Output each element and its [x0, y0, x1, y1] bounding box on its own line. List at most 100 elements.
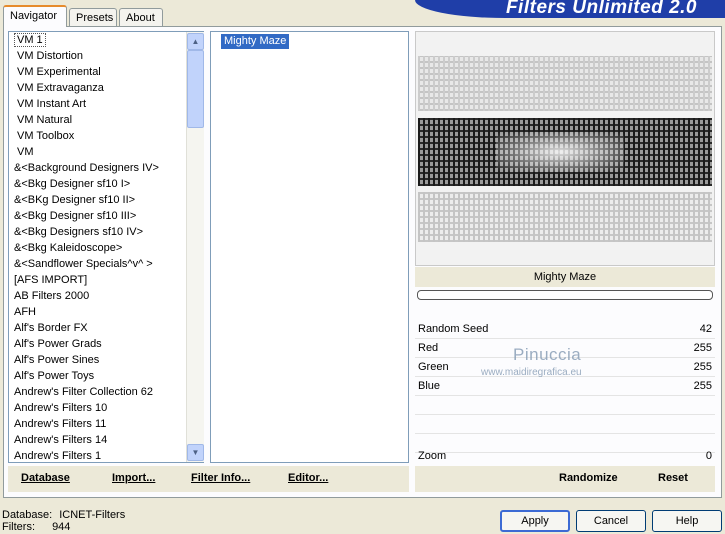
category-item[interactable]: VM Distortion	[9, 48, 203, 64]
category-item[interactable]: &<Bkg Designer sf10 I>	[9, 176, 203, 192]
database-button[interactable]: Database	[21, 472, 70, 484]
scroll-down-icon[interactable]: ▼	[187, 444, 204, 461]
preview-image	[415, 31, 715, 266]
parameter-label: Red	[418, 342, 439, 354]
category-label: &<Bkg Kaleidoscope>	[14, 242, 123, 254]
category-label: VM Toolbox	[17, 130, 75, 142]
category-item[interactable]: Andrew's Filters 1	[9, 448, 203, 462]
category-label: &<Sandflower Specials^v^ >	[14, 258, 153, 270]
category-label: VM 1	[14, 33, 46, 47]
category-item[interactable]: &<Sandflower Specials^v^ >	[9, 256, 203, 272]
maze-pattern-light-top	[418, 56, 712, 111]
watermark-url: www.maidiregrafica.eu	[481, 367, 582, 378]
category-item[interactable]: VM Experimental	[9, 64, 203, 80]
category-item[interactable]: VM Natural	[9, 112, 203, 128]
cancel-button[interactable]: Cancel	[576, 510, 646, 532]
zoom-label: Zoom	[418, 450, 447, 462]
category-item[interactable]: VM Instant Art	[9, 96, 203, 112]
category-item[interactable]: &<Bkg Designers sf10 IV>	[9, 224, 203, 240]
category-item[interactable]: Andrew's Filter Collection 62	[9, 384, 203, 400]
category-label: VM Natural	[17, 114, 73, 126]
category-item[interactable]: Andrew's Filters 10	[9, 400, 203, 416]
scroll-up-icon[interactable]: ▲	[187, 33, 204, 50]
parameter-value: 255	[693, 361, 712, 373]
category-label: VM Extravaganza	[17, 82, 104, 94]
category-scrollbar[interactable]: ▲ ▼	[186, 32, 204, 462]
category-item[interactable]: AB Filters 2000	[9, 288, 203, 304]
category-item[interactable]: VM Extravaganza	[9, 80, 203, 96]
maze-pattern-light-bottom	[418, 192, 712, 242]
category-label: VM Instant Art	[17, 98, 87, 110]
apply-button[interactable]: Apply	[500, 510, 570, 532]
category-item[interactable]: &<Background Designers IV>	[9, 160, 203, 176]
category-item[interactable]: Andrew's Filters 11	[9, 416, 203, 432]
maze-pattern-highlight	[496, 132, 624, 172]
parameter-value: 42	[699, 323, 712, 335]
editor-button[interactable]: Editor...	[288, 472, 328, 484]
category-item[interactable]: &<Bkg Kaleidoscope>	[9, 240, 203, 256]
tab-about[interactable]: About	[119, 8, 163, 26]
category-label: VM	[17, 146, 34, 158]
category-item[interactable]: Alf's Power Toys	[9, 368, 203, 384]
category-item[interactable]: [AFS IMPORT]	[9, 272, 203, 288]
left-toolbar: Database Import... Filter Info... Editor…	[8, 466, 409, 492]
category-item[interactable]: &<Bkg Designer sf10 III>	[9, 208, 203, 224]
category-item[interactable]: VM 1	[9, 32, 203, 48]
status-filters: Filters: 944	[2, 521, 70, 534]
category-item[interactable]: VM	[9, 144, 203, 160]
parameter-label: Random Seed	[418, 323, 489, 335]
zoom-value: 0	[705, 450, 712, 462]
category-item[interactable]: VM Toolbox	[9, 128, 203, 144]
category-item[interactable]: Andrew's Filters 14	[9, 432, 203, 448]
category-label: Andrew's Filters 14	[14, 434, 108, 446]
zoom-slider[interactable]: Zoom 0	[415, 447, 715, 465]
category-label: &<Bkg Designers sf10 IV>	[14, 226, 144, 238]
progress-bar	[417, 290, 713, 300]
parameter-slider[interactable]	[415, 415, 715, 434]
status-database-label: Database:	[2, 509, 53, 521]
category-item[interactable]: AFH	[9, 304, 203, 320]
help-button[interactable]: Help	[652, 510, 722, 532]
status-filters-label: Filters:	[2, 521, 35, 533]
status-database-value: ICNET-Filters	[59, 509, 126, 521]
category-label: &<Bkg Designer sf10 I>	[14, 178, 131, 190]
right-toolbar: Randomize Reset	[415, 466, 715, 492]
category-list[interactable]: VM 1 VM Distortion VM Experimental VM Extra…	[8, 31, 204, 463]
category-label: &<BKg Designer sf10 II>	[14, 194, 136, 206]
tab-bar: Navigator Presets About	[0, 0, 420, 27]
category-label: VM Experimental	[17, 66, 101, 78]
parameter-slider[interactable]: Random Seed 42	[415, 320, 715, 339]
import-button[interactable]: Import...	[112, 472, 155, 484]
parameter-slider[interactable]: Blue 255	[415, 377, 715, 396]
parameter-value: 255	[693, 380, 712, 392]
filter-item-selected[interactable]: Mighty Maze	[221, 34, 290, 49]
category-label: Andrew's Filters 10	[14, 402, 108, 414]
category-item[interactable]: Alf's Power Sines	[9, 352, 203, 368]
category-item[interactable]: Alf's Border FX	[9, 320, 203, 336]
parameter-slider[interactable]	[415, 396, 715, 415]
parameter-label: Green	[418, 361, 449, 373]
status-filters-value: 944	[52, 521, 71, 533]
parameter-sliders: Random Seed 42 Red 255 Green 255 Blue 255	[415, 320, 715, 453]
category-label: Alf's Border FX	[14, 322, 88, 334]
parameter-value: 255	[693, 342, 712, 354]
category-item[interactable]: &<BKg Designer sf10 II>	[9, 192, 203, 208]
reset-button[interactable]: Reset	[658, 472, 688, 484]
category-label: Alf's Power Grads	[14, 338, 102, 350]
tab-navigator[interactable]: Navigator	[3, 5, 67, 27]
category-label: Andrew's Filters 11	[14, 418, 107, 430]
category-label: Andrew's Filter Collection 62	[14, 386, 154, 398]
category-label: Alf's Power Toys	[14, 370, 95, 382]
tab-presets[interactable]: Presets	[69, 8, 117, 26]
category-item[interactable]: Alf's Power Grads	[9, 336, 203, 352]
category-label: &<Background Designers IV>	[14, 162, 159, 174]
preview-filter-name: Mighty Maze	[415, 267, 715, 287]
filter-list[interactable]: Mighty Maze	[210, 31, 409, 463]
category-label: Alf's Power Sines	[14, 354, 100, 366]
app-title: Filters Unlimited 2.0	[505, 0, 697, 18]
filter-info-button[interactable]: Filter Info...	[191, 472, 250, 484]
category-label: [AFS IMPORT]	[14, 274, 88, 286]
randomize-button[interactable]: Randomize	[559, 472, 618, 484]
scroll-thumb[interactable]	[187, 50, 204, 128]
parameter-label: Blue	[418, 380, 441, 392]
